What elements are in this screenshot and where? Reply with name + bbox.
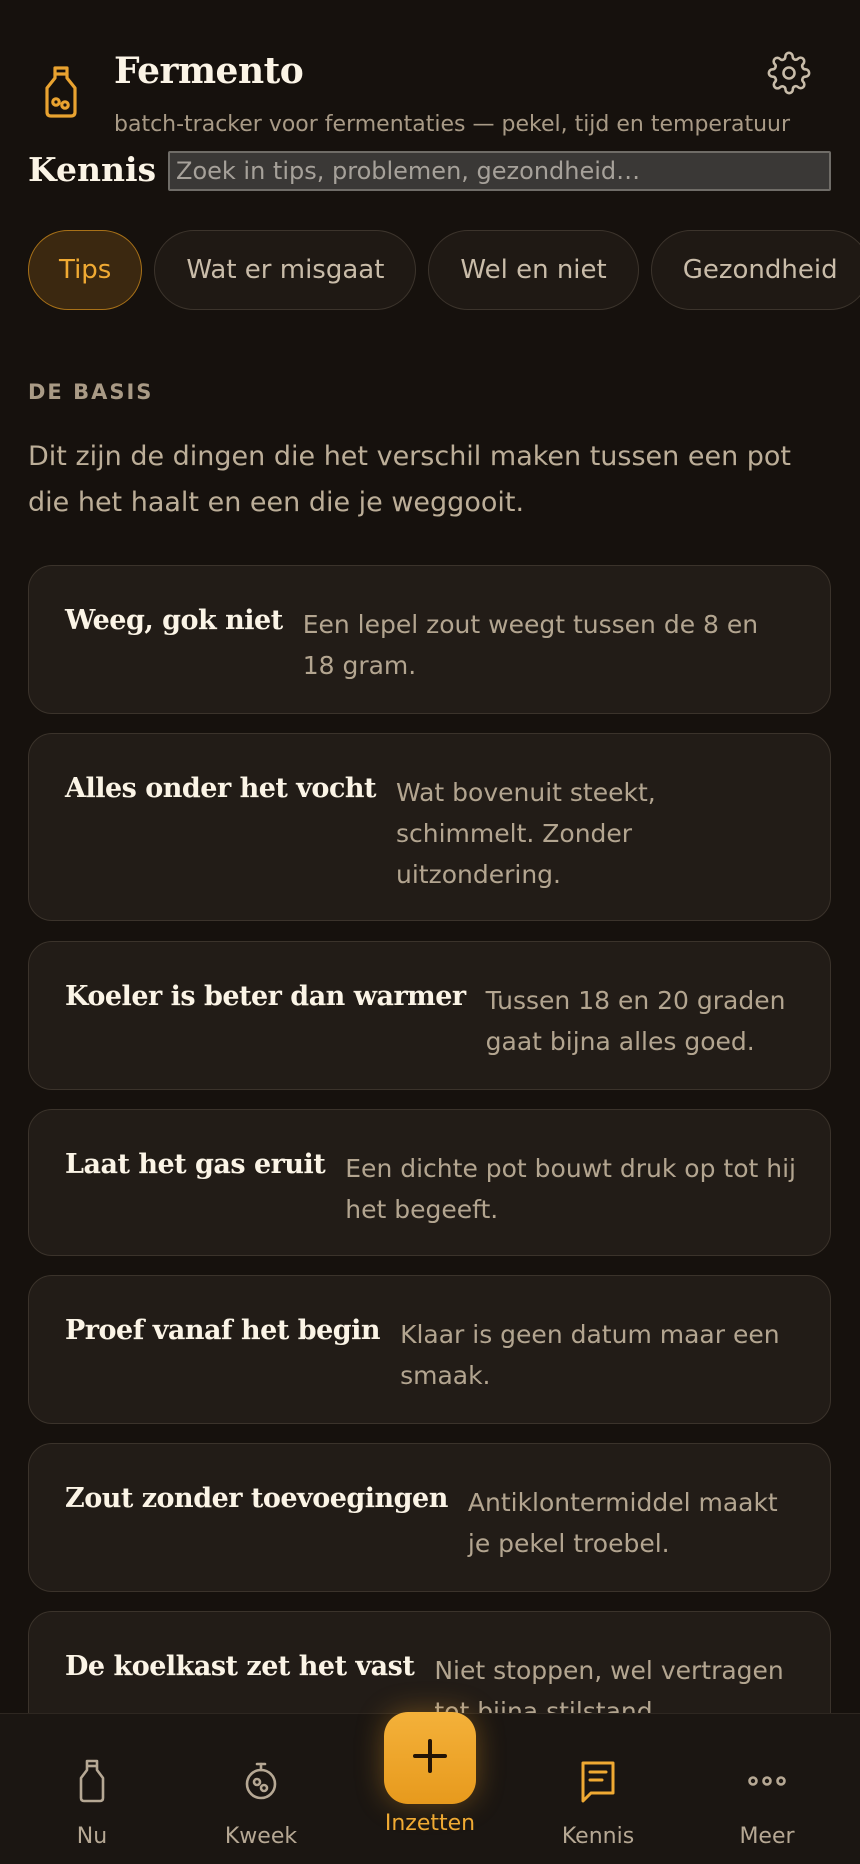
bottle-icon [40,64,82,120]
tip-card-title: Laat het gas eruit [65,1149,326,1180]
tip-card-text: Antiklontermiddel maakt je pekel troebel… [467,1488,778,1558]
tip-card-text: Een dichte pot bouwt druk op tot hij het… [345,1154,796,1224]
tip-card-title: Zout zonder toevoegingen [65,1483,448,1514]
nav-label: Kennis [561,1824,635,1849]
add-batch-button[interactable] [384,1712,476,1804]
tip-card-text: Tussen 18 en 20 graden gaat bijna alles … [485,986,786,1056]
search-input[interactable] [168,151,831,191]
tab-wel-en-niet[interactable]: Wel en niet [428,230,639,310]
tip-card[interactable]: Alles onder het vocht Wat bovenuit steek… [28,733,831,921]
plus-icon [410,1736,450,1780]
tip-card-title: Koeler is beter dan warmer [65,981,466,1012]
bottle-icon [68,1756,116,1806]
tip-card[interactable]: Zout zonder toevoegingen Antiklontermidd… [28,1443,831,1592]
nav-item-kweek[interactable]: Kweek [191,1714,331,1864]
app-header: Fermento batch-tracker voor fermentaties… [0,0,860,150]
tab-tips[interactable]: Tips [28,230,143,310]
tab-gezondheid[interactable]: Gezondheid [650,230,860,310]
nav-label-inzetten: Inzetten [384,1811,476,1836]
more-dots-icon [743,1756,791,1806]
tip-card-title: Weeg, gok niet [65,605,283,636]
gear-icon [767,51,811,99]
category-tabs: Tips Wat er misgaat Wel en niet Gezondhe… [28,230,860,310]
section-eyebrow: DE BASIS [28,380,154,404]
nav-item-meer[interactable]: Meer [697,1714,837,1864]
settings-button[interactable] [764,50,814,100]
nav-label: Meer [739,1824,795,1849]
book-icon [574,1756,622,1806]
tip-card-text: Wat bovenuit steekt, schimmelt. Zonder u… [395,778,656,889]
section-title: Kennis [28,150,157,189]
app-title: Fermento [114,50,304,92]
tip-card[interactable]: Koeler is beter dan warmer Tussen 18 en … [28,941,831,1090]
nav-item-nu[interactable]: Nu [22,1714,162,1864]
tip-card[interactable]: Weeg, gok niet Een lepel zout weegt tuss… [28,565,831,714]
tip-card[interactable]: Proef vanaf het begin Klaar is geen datu… [28,1275,831,1424]
nav-label: Kweek [224,1824,298,1849]
section-intro: Dit zijn de dingen die het verschil make… [28,441,792,518]
tip-card-title: Alles onder het vocht [65,773,376,804]
nav-label: Nu [76,1824,108,1849]
tip-card[interactable]: Laat het gas eruit Een dichte pot bouwt … [28,1109,831,1256]
tip-card-text: Een lepel zout weegt tussen de 8 en 18 g… [302,610,759,680]
tip-card-text: Klaar is geen datum maar een smaak. [400,1320,780,1390]
nav-item-kennis[interactable]: Kennis [528,1714,668,1864]
tip-card-title: Proef vanaf het begin [65,1315,381,1346]
app-subtitle: batch-tracker voor fermentaties — pekel,… [114,112,791,137]
culture-jar-icon [237,1756,285,1806]
tab-wat-er-misgaat[interactable]: Wat er misgaat [154,230,417,310]
